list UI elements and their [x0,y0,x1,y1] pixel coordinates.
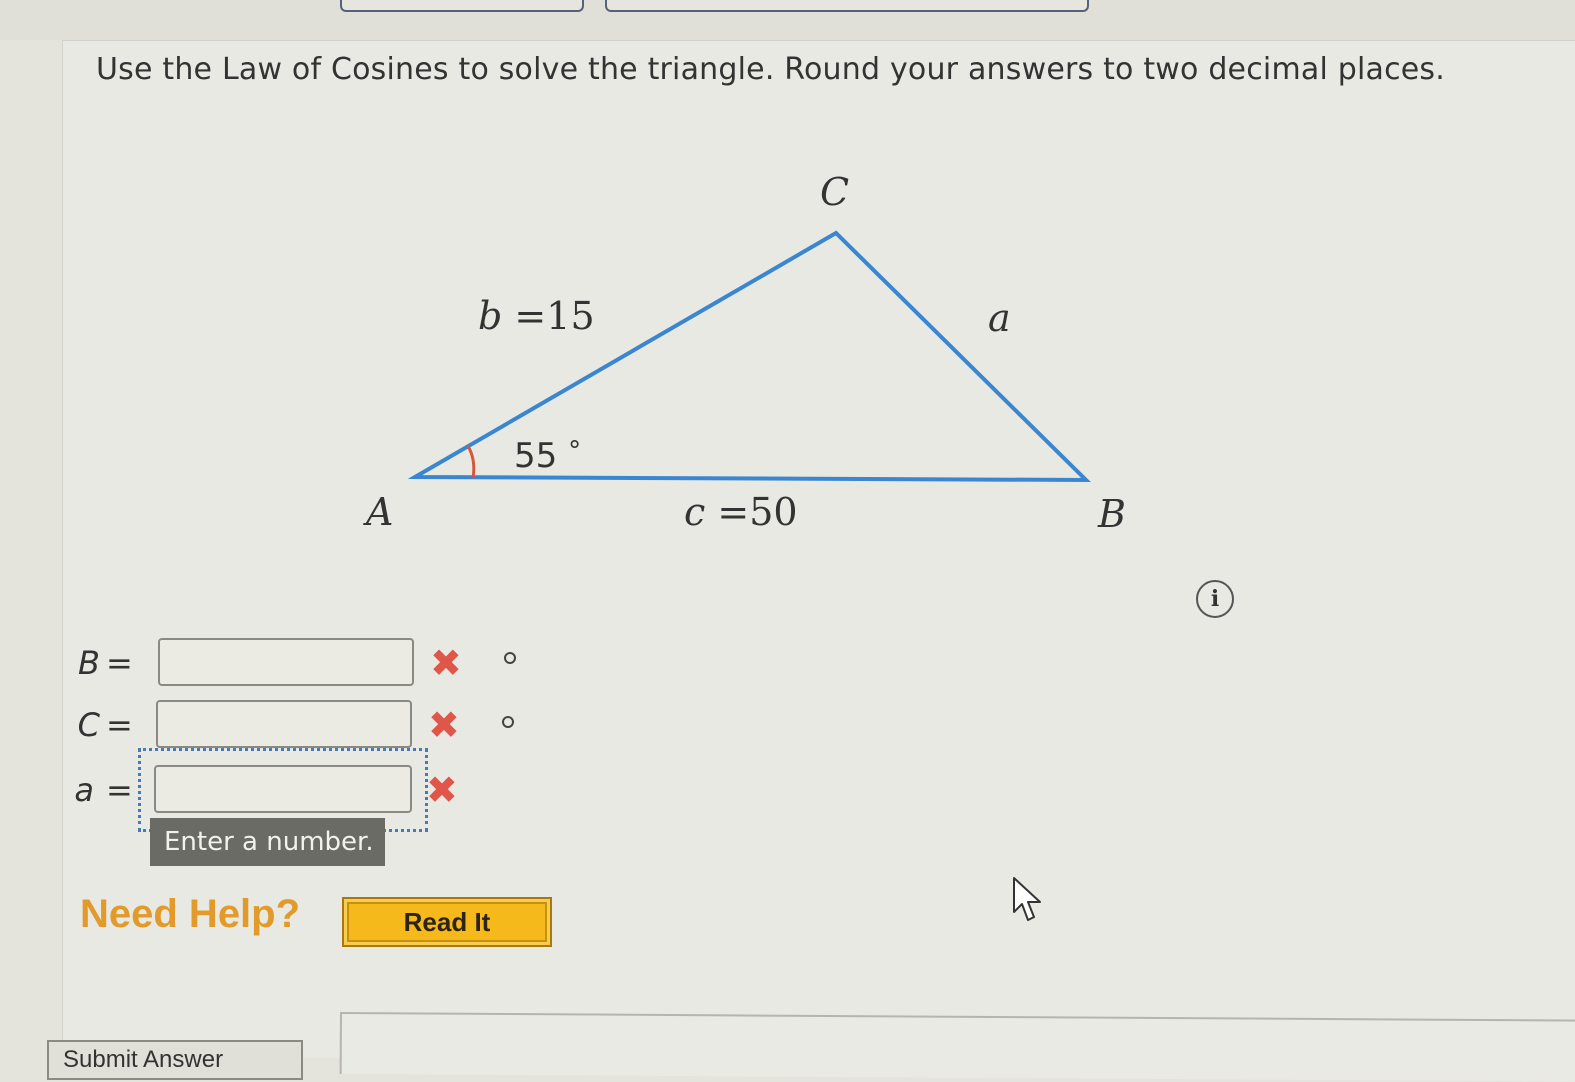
answer-a-label: a [74,771,94,809]
incorrect-x-icon: ✖ [426,768,458,812]
answer-c-label: C [77,706,100,744]
side-c-value: 50 [749,490,798,534]
answer-a-input[interactable] [154,765,412,813]
submit-answer-button[interactable]: Submit Answer [47,1040,303,1080]
angle-a-arc [466,445,476,479]
answer-b-input[interactable] [158,638,414,686]
answer-row-c: C = ✖ [60,700,540,752]
vertex-b-label: B [1098,492,1126,536]
enter-number-tooltip: Enter a number. [150,818,385,866]
top-tab-1[interactable] [340,0,584,12]
answer-a-equals: = [106,771,133,809]
answer-b-label: B [78,644,100,682]
answer-row-b: B = ✖ [60,638,540,690]
answer-c-equals: = [106,706,133,744]
read-it-button[interactable]: Read It [342,897,552,947]
side-b-value: 15 [546,294,595,338]
side-a-label: a [988,296,1011,340]
vertex-c-label: C [820,170,850,214]
angle-a-label: 55 ° [514,436,581,476]
side-c-var: c [684,490,706,534]
answer-b-equals: = [106,644,133,682]
side-b-eq: = [514,294,547,338]
incorrect-x-icon: ✖ [428,703,460,747]
question-instruction: Use the Law of Cosines to solve the tria… [96,52,1446,87]
vertex-a-label: A [366,490,394,534]
triangle-figure: C A B b =15 a c =50 55 ° [350,160,1150,550]
degree-icon [504,652,516,664]
answer-row-a: a = ✖ [60,765,540,817]
mouse-cursor-icon [1012,876,1046,928]
angle-a-unit: ° [568,436,582,466]
info-icon[interactable]: i [1196,580,1234,618]
answer-c-input[interactable] [156,700,412,748]
incorrect-x-icon: ✖ [430,641,462,685]
side-c-label: c =50 [684,490,798,534]
top-tab-2[interactable] [605,0,1089,12]
angle-a-value: 55 [514,436,558,476]
side-c-eq: = [717,490,750,534]
side-b-var: b [478,294,503,338]
bottom-panel [339,1012,1575,1082]
degree-icon [502,716,514,728]
side-b-label: b =15 [478,294,595,338]
need-help-label: Need Help? [80,892,301,936]
